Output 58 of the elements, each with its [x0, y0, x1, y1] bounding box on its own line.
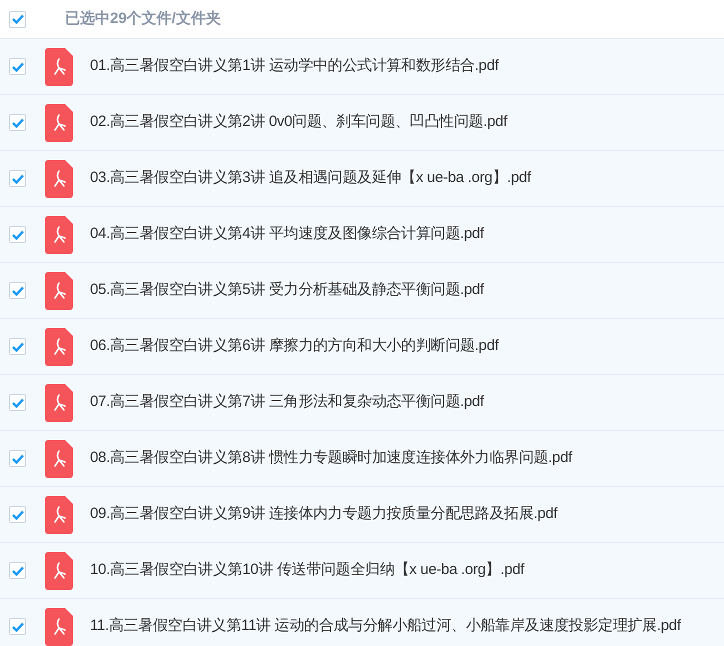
file-row[interactable]: 01.高三暑假空白讲义第1讲 运动学中的公式计算和数形结合.pdf [0, 38, 724, 94]
file-row[interactable]: 09.高三暑假空白讲义第9讲 连接体内力专题力按质量分配思路及拓展.pdf [0, 486, 724, 542]
file-name: 06.高三暑假空白讲义第6讲 摩擦力的方向和大小的判断问题.pdf [90, 336, 498, 356]
file-name: 02.高三暑假空白讲义第2讲 0v0问题、刹车问题、凹凸性问题.pdf [90, 112, 508, 132]
file-name: 03.高三暑假空白讲义第3讲 追及相遇问题及延伸【x ue-ba .org】.pdf [90, 168, 531, 188]
file-row[interactable]: 03.高三暑假空白讲义第3讲 追及相遇问题及延伸【x ue-ba .org】.pdf [0, 150, 724, 206]
file-row[interactable]: 11.高三暑假空白讲义第11讲 运动的合成与分解小船过河、小船靠岸及速度投影定理扩展.pdf [0, 598, 724, 646]
file-name: 08.高三暑假空白讲义第8讲 惯性力专题瞬时加速度连接体外力临界问题.pdf [90, 448, 572, 468]
pdf-file-icon [45, 160, 73, 198]
checkbox[interactable] [9, 618, 26, 635]
checkbox[interactable] [9, 10, 26, 28]
file-row[interactable]: 10.高三暑假空白讲义第10讲 传送带问题全归纳【x ue-ba .org】.pdf [0, 542, 724, 598]
selection-count: 已选中29个文件/文件夹 [65, 8, 221, 29]
checkmark-icon [12, 566, 24, 576]
pdf-file-icon [45, 328, 73, 366]
file-name: 11.高三暑假空白讲义第11讲 运动的合成与分解小船过河、小船靠岸及速度投影定理扩展.pdf [90, 616, 681, 636]
pdf-file-icon [45, 440, 73, 478]
file-name: 07.高三暑假空白讲义第7讲 三角形法和复杂动态平衡问题.pdf [90, 392, 484, 412]
file-row[interactable]: 06.高三暑假空白讲义第6讲 摩擦力的方向和大小的判断问题.pdf [0, 318, 724, 374]
file-name: 05.高三暑假空白讲义第5讲 受力分析基础及静态平衡问题.pdf [90, 280, 484, 300]
checkmark-icon [12, 342, 24, 352]
pdf-file-icon [45, 384, 73, 422]
checkbox[interactable] [9, 282, 26, 299]
file-row[interactable]: 04.高三暑假空白讲义第4讲 平均速度及图像综合计算问题.pdf [0, 206, 724, 262]
pdf-file-icon [45, 496, 73, 534]
checkmark-icon [12, 174, 24, 184]
checkmark-icon [12, 454, 24, 464]
checkbox[interactable] [9, 562, 26, 579]
pdf-file-icon [45, 552, 73, 590]
file-name: 09.高三暑假空白讲义第9讲 连接体内力专题力按质量分配思路及拓展.pdf [90, 504, 558, 524]
file-name: 01.高三暑假空白讲义第1讲 运动学中的公式计算和数形结合.pdf [90, 56, 498, 76]
file-row[interactable]: 02.高三暑假空白讲义第2讲 0v0问题、刹车问题、凹凸性问题.pdf [0, 94, 724, 150]
pdf-file-icon [45, 216, 73, 254]
checkmark-icon [12, 118, 24, 128]
checkbox[interactable] [9, 338, 26, 355]
checkmark-icon [12, 62, 24, 72]
pdf-file-icon [45, 272, 73, 310]
checkmark-icon [12, 510, 24, 520]
file-row[interactable]: 07.高三暑假空白讲义第7讲 三角形法和复杂动态平衡问题.pdf [0, 374, 724, 430]
checkmark-icon [12, 14, 24, 24]
file-name: 10.高三暑假空白讲义第10讲 传送带问题全归纳【x ue-ba .org】.pdf [90, 560, 524, 580]
checkbox[interactable] [9, 226, 26, 243]
checkmark-icon [12, 286, 24, 296]
checkmark-icon [12, 230, 24, 240]
file-row[interactable]: 05.高三暑假空白讲义第5讲 受力分析基础及静态平衡问题.pdf [0, 262, 724, 318]
checkmark-icon [12, 398, 24, 408]
checkbox[interactable] [9, 170, 26, 187]
pdf-file-icon [45, 48, 73, 86]
checkbox[interactable] [9, 114, 26, 131]
checkbox[interactable] [9, 58, 26, 75]
checkbox[interactable] [9, 506, 26, 523]
checkbox[interactable] [9, 394, 26, 411]
file-name: 04.高三暑假空白讲义第4讲 平均速度及图像综合计算问题.pdf [90, 224, 484, 244]
pdf-file-icon [45, 104, 73, 142]
file-row[interactable]: 08.高三暑假空白讲义第8讲 惯性力专题瞬时加速度连接体外力临界问题.pdf [0, 430, 724, 486]
checkmark-icon [12, 622, 24, 632]
pdf-file-icon [45, 608, 73, 646]
checkbox[interactable] [9, 450, 26, 467]
